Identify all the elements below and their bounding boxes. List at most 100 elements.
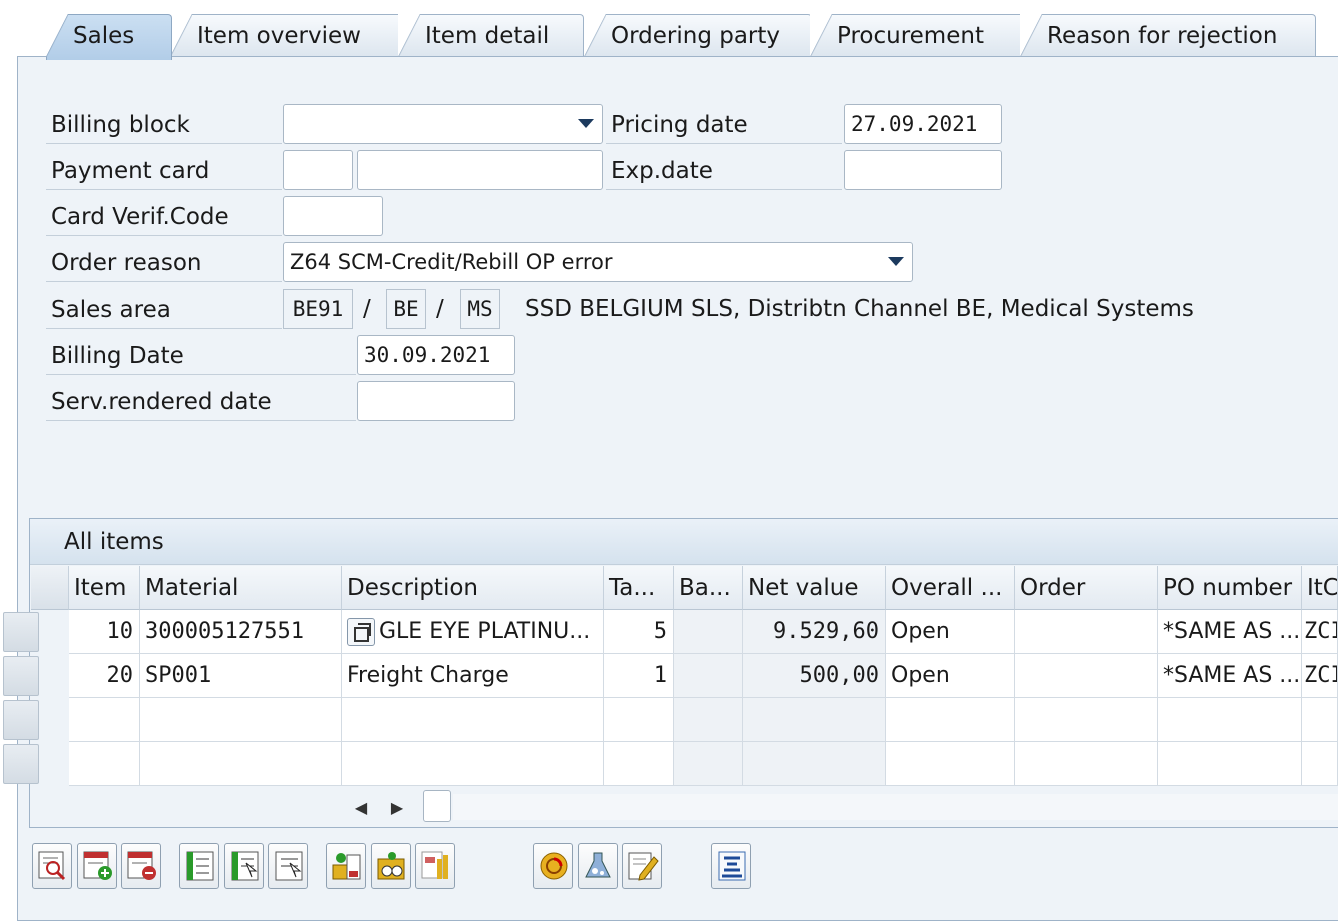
edit-icon xyxy=(628,852,659,881)
cell-target-qty[interactable]: 1 xyxy=(604,654,674,698)
serv-rendered-date-label: Serv.rendered date xyxy=(46,381,356,421)
batch-icon xyxy=(585,852,611,878)
card-verif-code-input[interactable] xyxy=(283,196,383,236)
order-reason-dropdown[interactable]: Z64 SCM-Credit/Rebill OP error xyxy=(283,242,913,282)
availability-icon xyxy=(540,852,568,880)
column-header-target-qty[interactable]: Ta... xyxy=(604,566,674,610)
edit-button[interactable] xyxy=(622,843,662,889)
cell-empty[interactable] xyxy=(140,698,342,742)
cell-empty[interactable] xyxy=(69,742,140,786)
cell-material[interactable]: SP001 xyxy=(140,654,342,698)
chevron-down-icon[interactable] xyxy=(578,119,594,128)
payment-card-type-input[interactable] xyxy=(283,150,353,190)
tab-procurement[interactable]: Procurement xyxy=(810,14,1024,57)
cell-net-value: 9.529,60 xyxy=(743,610,886,654)
cell-empty[interactable] xyxy=(1302,742,1338,786)
billing-block-label: Billing block xyxy=(46,104,282,144)
tab-item-overview[interactable]: Item overview xyxy=(170,14,402,57)
horizontal-scrollbar[interactable]: ◀ ▶ xyxy=(345,790,1338,824)
column-header-net-value[interactable]: Net value xyxy=(743,566,886,610)
item-config-icon xyxy=(377,852,405,880)
column-header-overall-status[interactable]: Overall ... xyxy=(886,566,1015,610)
delete-row-button[interactable] xyxy=(121,843,161,889)
cell-item[interactable]: 20 xyxy=(69,654,140,698)
cell-item-category[interactable]: ZCI xyxy=(1302,610,1338,654)
payment-card-number-input[interactable] xyxy=(357,150,603,190)
row-selector[interactable] xyxy=(3,700,39,740)
sales-area-label: Sales area xyxy=(46,289,282,329)
tab-reason-for-rejection[interactable]: Reason for rejection xyxy=(1020,14,1316,57)
cell-order[interactable] xyxy=(1015,610,1158,654)
column-header-order[interactable]: Order xyxy=(1015,566,1158,610)
details-button[interactable] xyxy=(32,843,72,889)
cell-empty[interactable] xyxy=(1015,742,1158,786)
cell-target-qty[interactable]: 5 xyxy=(604,610,674,654)
cell-item[interactable]: 10 xyxy=(69,610,140,654)
cell-po-number[interactable]: *SAME AS ... xyxy=(1158,654,1302,698)
billing-date-input[interactable]: 30.09.2021 xyxy=(357,335,515,375)
row-selector[interactable] xyxy=(3,656,39,696)
deselect-all-button[interactable] xyxy=(268,843,308,889)
tab-ordering-party[interactable]: Ordering party xyxy=(584,14,812,57)
insert-row-button[interactable] xyxy=(77,843,117,889)
cell-material[interactable]: 300005127551 xyxy=(140,610,342,654)
select-all-rows-cell[interactable] xyxy=(31,566,69,610)
cell-empty[interactable] xyxy=(1015,698,1158,742)
scroll-right-icon[interactable]: ▶ xyxy=(385,794,409,822)
cell-empty xyxy=(743,742,886,786)
column-header-material[interactable]: Material xyxy=(140,566,342,610)
distr-channel-field: BE xyxy=(386,289,426,329)
deselect-all-icon xyxy=(275,851,303,881)
copy-icon[interactable] xyxy=(347,618,375,646)
cell-empty[interactable] xyxy=(1302,698,1338,742)
exp-date-input[interactable] xyxy=(844,150,1002,190)
structure-icon xyxy=(421,851,448,879)
cell-empty[interactable] xyxy=(1158,742,1302,786)
select-block-button[interactable] xyxy=(224,843,264,889)
billing-block-dropdown[interactable] xyxy=(283,104,603,144)
column-header-po-number[interactable]: PO number xyxy=(1158,566,1302,610)
cell-empty[interactable] xyxy=(69,698,140,742)
item-conditions-button[interactable] xyxy=(326,843,366,889)
availability-button[interactable] xyxy=(533,843,573,889)
scroll-thumb[interactable] xyxy=(423,790,451,822)
cell-empty xyxy=(886,742,1015,786)
column-header-item[interactable]: Item xyxy=(69,566,140,610)
cell-empty[interactable] xyxy=(1158,698,1302,742)
cell-empty[interactable] xyxy=(342,742,604,786)
sort-button[interactable] xyxy=(711,843,751,889)
cell-order[interactable] xyxy=(1015,654,1158,698)
select-all-icon xyxy=(186,851,214,881)
cell-overall-status: Open xyxy=(886,654,1015,698)
cell-item-category[interactable]: ZCI xyxy=(1302,654,1338,698)
row-selector[interactable] xyxy=(3,612,39,652)
column-header-description[interactable]: Description xyxy=(342,566,604,610)
table-title: All items xyxy=(30,519,1338,565)
tab-item-detail[interactable]: Item detail xyxy=(398,14,584,57)
select-all-button[interactable] xyxy=(179,843,219,889)
batch-split-button[interactable] xyxy=(578,843,618,889)
serv-rendered-date-input[interactable] xyxy=(357,381,515,421)
scroll-left-icon[interactable]: ◀ xyxy=(349,794,373,822)
cell-description[interactable]: Freight Charge xyxy=(342,654,604,698)
description-text: GLE EYE PLATINU... xyxy=(379,619,591,644)
cell-description[interactable]: GLE EYE PLATINU... xyxy=(342,610,604,654)
card-verif-code-label: Card Verif.Code xyxy=(46,196,282,236)
cell-empty[interactable] xyxy=(604,698,674,742)
cell-po-number[interactable]: *SAME AS ... xyxy=(1158,610,1302,654)
delete-row-icon xyxy=(127,851,156,880)
tab-sales[interactable]: Sales xyxy=(46,14,172,60)
column-header-item-category[interactable]: ItC xyxy=(1302,566,1338,610)
cell-empty[interactable] xyxy=(604,742,674,786)
column-header-batch[interactable]: Ba... xyxy=(674,566,743,610)
chevron-down-icon[interactable] xyxy=(888,257,904,266)
scroll-track[interactable] xyxy=(453,794,1338,820)
row-selector[interactable] xyxy=(3,744,39,784)
cell-empty[interactable] xyxy=(342,698,604,742)
pricing-date-input[interactable]: 27.09.2021 xyxy=(844,104,1002,144)
structure-button[interactable] xyxy=(415,843,455,889)
sales-area-description: SSD BELGIUM SLS, Distribtn Channel BE, M… xyxy=(525,296,1194,322)
separator-slash: / xyxy=(363,296,371,322)
cell-empty[interactable] xyxy=(140,742,342,786)
item-config-button[interactable] xyxy=(371,843,411,889)
